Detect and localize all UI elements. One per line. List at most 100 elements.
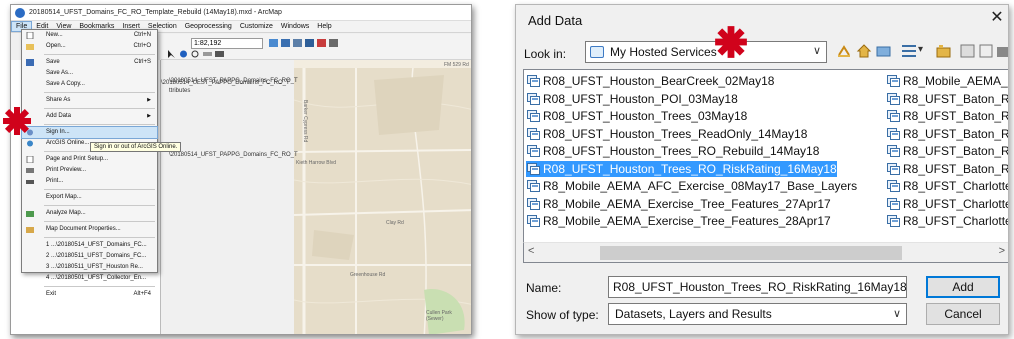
list-item[interactable]: R8_UFST_Baton_Rou xyxy=(886,126,1008,142)
catalog-icon[interactable] xyxy=(305,39,314,47)
table-icon[interactable] xyxy=(293,39,302,47)
arcmap-window: 20180514_UFST_Domains_FC_RO_Template_Reb… xyxy=(10,4,472,335)
list-item[interactable]: R8_UFST_Baton_Rou xyxy=(886,161,1009,177)
python-icon[interactable] xyxy=(329,39,338,47)
list-item-label: R8_UFST_Charlottes xyxy=(903,214,1009,228)
measure-icon[interactable] xyxy=(203,50,212,58)
database-icon[interactable] xyxy=(978,43,994,59)
arctoolbox-icon[interactable] xyxy=(317,39,326,47)
toolbox-icon[interactable] xyxy=(996,43,1009,59)
cancel-button[interactable]: Cancel xyxy=(926,303,1000,325)
file-menu-analyze-map[interactable]: Analyze Map... xyxy=(22,208,157,219)
list-item[interactable]: R8_Mobile_AEMA_Exercise_Tree_Features_27… xyxy=(526,196,831,212)
list-item-label: R8_Mobile_AEMA_Exercise_Tree_Features_27… xyxy=(543,196,831,211)
list-item[interactable]: R8_Mobile_AEMA_Exercise_Tree_Features_28… xyxy=(526,213,831,229)
new-folder-icon[interactable] xyxy=(936,43,952,59)
list-item[interactable]: R08_UFST_Houston_POI_03May18 xyxy=(526,91,738,107)
file-menu-recent-2[interactable]: 2 ...\20180511_UFST_Domains_FC... xyxy=(22,251,157,262)
find-icon[interactable] xyxy=(191,50,200,58)
file-menu-export-map[interactable]: Export Map... xyxy=(22,192,157,203)
file-menu-print-preview[interactable]: Print Preview... xyxy=(22,165,157,176)
file-menu-recent-1[interactable]: 1 ...\20180514_UFST_Domains_FC... xyxy=(22,240,157,251)
view-dropdown-arrow-icon[interactable]: ▾ xyxy=(918,44,923,55)
name-input[interactable]: R08_UFST_Houston_Trees_RO_RiskRating_16M… xyxy=(608,276,907,298)
feature-service-icon xyxy=(887,215,900,227)
close-icon[interactable]: ✕ xyxy=(988,9,1006,27)
map-view[interactable]: Kieth Harrow Blvd Clay Rd Greenhouse Rd … xyxy=(294,60,471,334)
feature-service-icon xyxy=(527,180,540,192)
dialog-title: Add Data xyxy=(528,13,583,28)
toc-attributes[interactable]: ttributes xyxy=(169,88,190,94)
look-in-value: My Hosted Services xyxy=(610,45,717,59)
feature-service-icon xyxy=(527,75,540,87)
print-preview-icon xyxy=(26,168,34,173)
identify-icon[interactable] xyxy=(179,50,188,58)
home-icon[interactable] xyxy=(856,43,872,59)
file-menu-open[interactable]: Open... Ctrl+O xyxy=(22,41,157,52)
catalog-view-icon[interactable] xyxy=(960,43,976,59)
look-in-combo[interactable]: My Hosted Services ∨ xyxy=(585,41,827,63)
list-item[interactable]: R08_UFST_Houston_Trees_03May18 xyxy=(526,108,747,124)
zoom-in-icon[interactable] xyxy=(269,39,278,47)
list-item[interactable]: R08_UFST_Houston_Trees_RO_RiskRating_16M… xyxy=(526,160,837,177)
file-menu-print[interactable]: Print... xyxy=(22,176,157,187)
file-menu-save[interactable]: Save Ctrl+S xyxy=(22,57,157,68)
show-of-type-combo[interactable]: Datasets, Layers and Results ∨ xyxy=(608,303,907,325)
file-menu-add-data[interactable]: Add Data ▶ xyxy=(22,111,157,122)
list-item[interactable]: R08_UFST_Houston_BearCreek_02May18 xyxy=(526,73,774,89)
feature-service-icon xyxy=(887,162,900,175)
list-item-label: R8_UFST_Baton_Rou xyxy=(903,91,1009,106)
list-item[interactable]: R8_Mobile_AEMA_AFC_Exercise_08May17_Base… xyxy=(526,178,857,194)
scrollbar-thumb[interactable] xyxy=(600,246,902,260)
file-menu-new[interactable]: New... Ctrl+N xyxy=(22,30,157,41)
list-item[interactable]: R08_UFST_Houston_Trees_ReadOnly_14May18 xyxy=(526,126,807,142)
add-data-dialog: Add Data ✕ Look in: My Hosted Services ∨… xyxy=(515,4,1009,335)
toc-layer-group-1[interactable]: \20180514_UFST_PAPPG_Domains_FC_RO_T xyxy=(169,78,298,84)
connect-folder-icon[interactable] xyxy=(876,43,892,59)
menu-customize[interactable]: Customize xyxy=(236,21,277,32)
list-item[interactable]: R08_UFST_Houston_Trees_RO_Rebuild_14May1… xyxy=(526,143,819,159)
map-scale-combo[interactable]: 1:82,192 xyxy=(191,38,263,49)
binoculars-icon[interactable] xyxy=(215,50,224,58)
menu-windows[interactable]: Windows xyxy=(277,21,313,32)
list-item[interactable]: R8_UFST_Charlottes xyxy=(886,213,1009,229)
look-in-label: Look in: xyxy=(524,47,567,61)
toc-layer-group-2[interactable]: \20180514_UFST_PAPPG_Domains_FC_RO_T xyxy=(169,152,298,158)
feature-service-icon xyxy=(527,127,540,140)
up-one-level-icon[interactable] xyxy=(836,43,852,59)
layout-icon[interactable] xyxy=(281,39,290,47)
view-toggle-icon[interactable] xyxy=(901,43,917,59)
menu-help[interactable]: Help xyxy=(313,21,335,32)
scroll-left-arrow-icon[interactable]: < xyxy=(528,245,534,257)
scroll-right-arrow-icon[interactable]: > xyxy=(999,245,1005,257)
menu-geoprocessing[interactable]: Geoprocessing xyxy=(181,21,236,32)
submenu-arrow-icon: ▶ xyxy=(147,113,151,119)
file-menu-recent-3[interactable]: 3 ...\20180511_UFST_Houston Re... xyxy=(22,262,157,273)
list-item-label: R8_UFST_Baton_Rou xyxy=(903,144,1009,158)
list-item[interactable]: R8_UFST_Charlottes xyxy=(886,196,1008,212)
file-menu-save-a-copy[interactable]: Save A Copy... xyxy=(22,79,157,90)
list-item-label: R08_UFST_Houston_Trees_RO_RiskRating_16M… xyxy=(543,161,837,176)
file-menu-sign-in[interactable]: Sign In... xyxy=(21,126,158,139)
hosted-services-list[interactable]: R08_UFST_Houston_BearCreek_02May18 R08_UF… xyxy=(523,69,1009,263)
chevron-down-icon: ∨ xyxy=(812,45,821,57)
list-item[interactable]: R8_UFST_Baton_Rou xyxy=(886,143,1009,159)
show-of-type-label: Show of type: xyxy=(526,308,599,322)
feature-service-icon xyxy=(887,145,900,157)
file-menu-page-print-setup[interactable]: Page and Print Setup... xyxy=(22,154,157,165)
list-item[interactable]: R8_UFST_Baton_Rou xyxy=(886,108,1009,124)
list-item[interactable]: R8_UFST_Charlottes xyxy=(886,178,1008,194)
list-item-label: R8_UFST_Baton_Rou xyxy=(903,109,1009,123)
select-arrow-icon[interactable] xyxy=(167,50,176,58)
file-menu-exit[interactable]: Exit Alt+F4 xyxy=(22,289,157,300)
file-menu-share-as[interactable]: Share As ▶ xyxy=(22,95,157,106)
list-item-label: R8_UFST_Baton_Rou xyxy=(903,161,1009,176)
file-menu-document-properties[interactable]: Map Document Properties... xyxy=(22,224,157,235)
file-menu-save-as[interactable]: Save As... xyxy=(22,68,157,79)
map-roads-graphic xyxy=(294,60,471,334)
horizontal-scrollbar[interactable]: < > xyxy=(523,242,1008,263)
list-item[interactable]: R8_Mobile_AEMA_E xyxy=(886,73,1008,89)
add-button[interactable]: Add xyxy=(926,276,1000,298)
file-menu-recent-4[interactable]: 4 ...\20180501_UFST_Collector_En... xyxy=(22,273,157,284)
list-item[interactable]: R8_UFST_Baton_Rou xyxy=(886,91,1009,107)
